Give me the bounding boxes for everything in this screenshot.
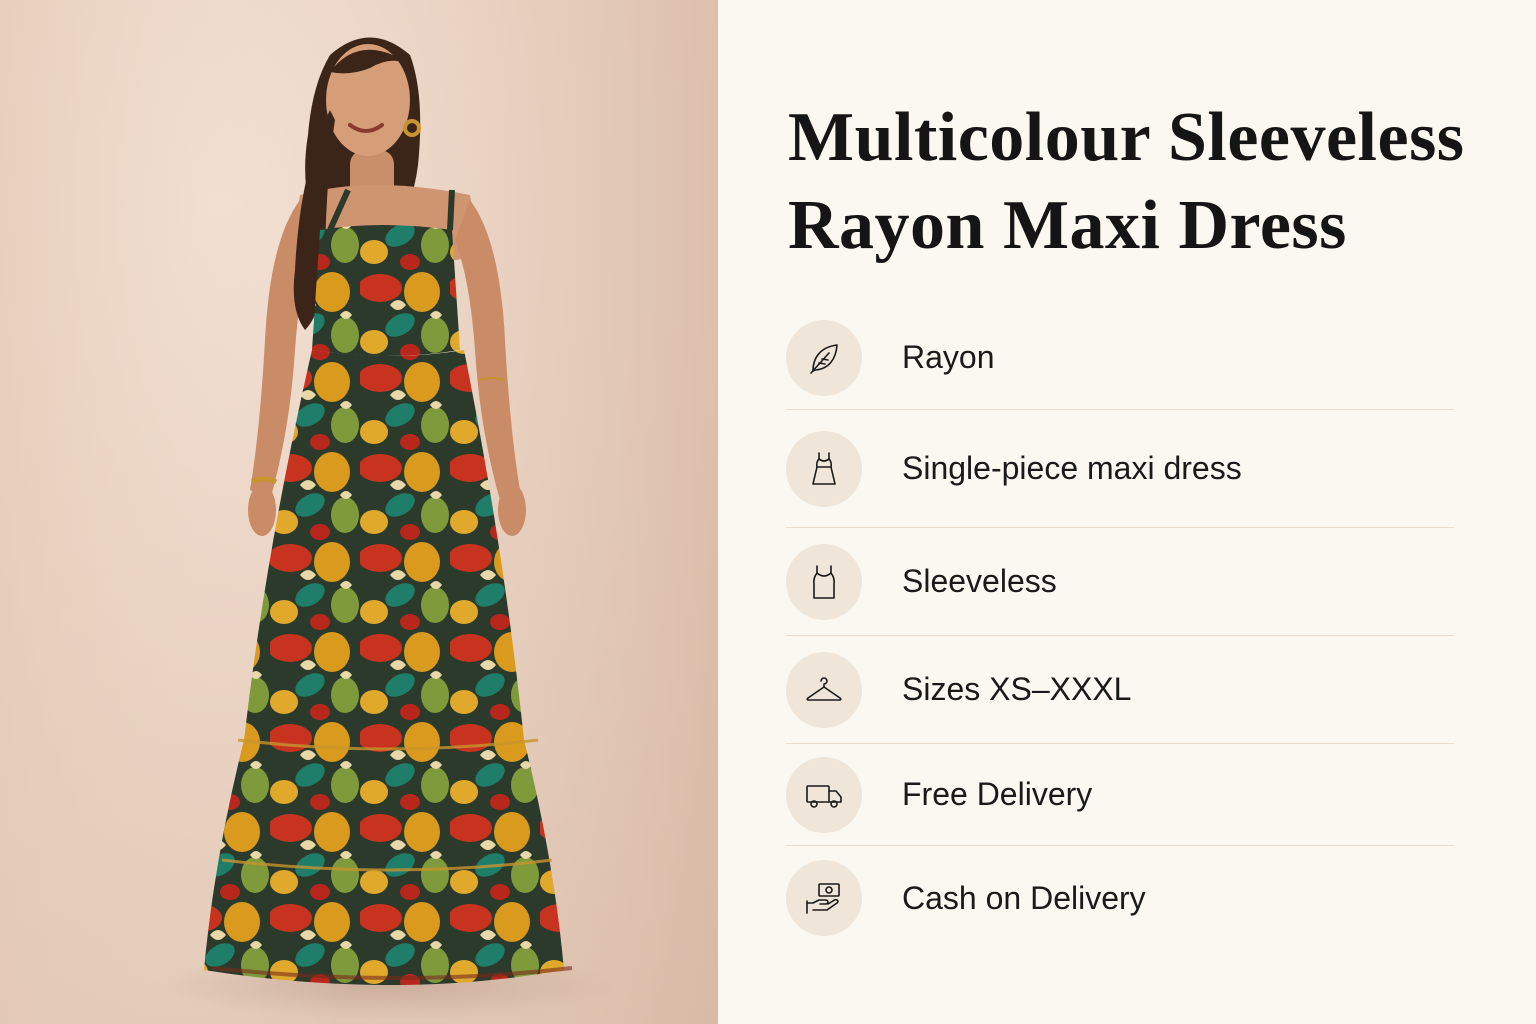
- feature-item-fabric: Rayon: [786, 306, 1454, 410]
- product-photo: [0, 0, 718, 1024]
- feature-label-sleeve: Sleeveless: [902, 563, 1057, 599]
- cash-in-hand-icon: [786, 860, 862, 936]
- feature-label-fabric: Rayon: [902, 339, 995, 375]
- feature-list: Rayon Single-piece maxi dress Sleeveless: [786, 306, 1454, 950]
- leaf-icon: [786, 319, 862, 396]
- feature-label-style: Single-piece maxi dress: [902, 450, 1242, 486]
- feature-item-delivery: Free Delivery: [786, 744, 1454, 846]
- feature-label-delivery: Free Delivery: [902, 776, 1093, 812]
- truck-icon: [786, 756, 862, 833]
- product-title-line-2: Rayon Maxi Dress: [788, 187, 1347, 264]
- product-feature-card: Multicolour Sleeveless Rayon Maxi Dress …: [0, 0, 1536, 1024]
- product-title: Multicolour Sleeveless Rayon Maxi Dress: [788, 94, 1488, 270]
- dress-icon: [786, 430, 862, 507]
- feature-label-payment: Cash on Delivery: [902, 879, 1146, 916]
- product-title-line-1: Multicolour Sleeveless: [788, 99, 1465, 176]
- feature-item-sizes: Sizes XS–XXXL: [786, 636, 1454, 744]
- feature-label-sizes: Sizes XS–XXXL: [902, 671, 1132, 707]
- tank-top-icon: [786, 543, 862, 620]
- feature-item-payment: Cash on Delivery: [786, 846, 1454, 950]
- feature-item-style: Single-piece maxi dress: [786, 410, 1454, 528]
- hanger-icon: [786, 651, 862, 728]
- feature-item-sleeve: Sleeveless: [786, 528, 1454, 636]
- model-in-dress-image: [0, 0, 718, 1024]
